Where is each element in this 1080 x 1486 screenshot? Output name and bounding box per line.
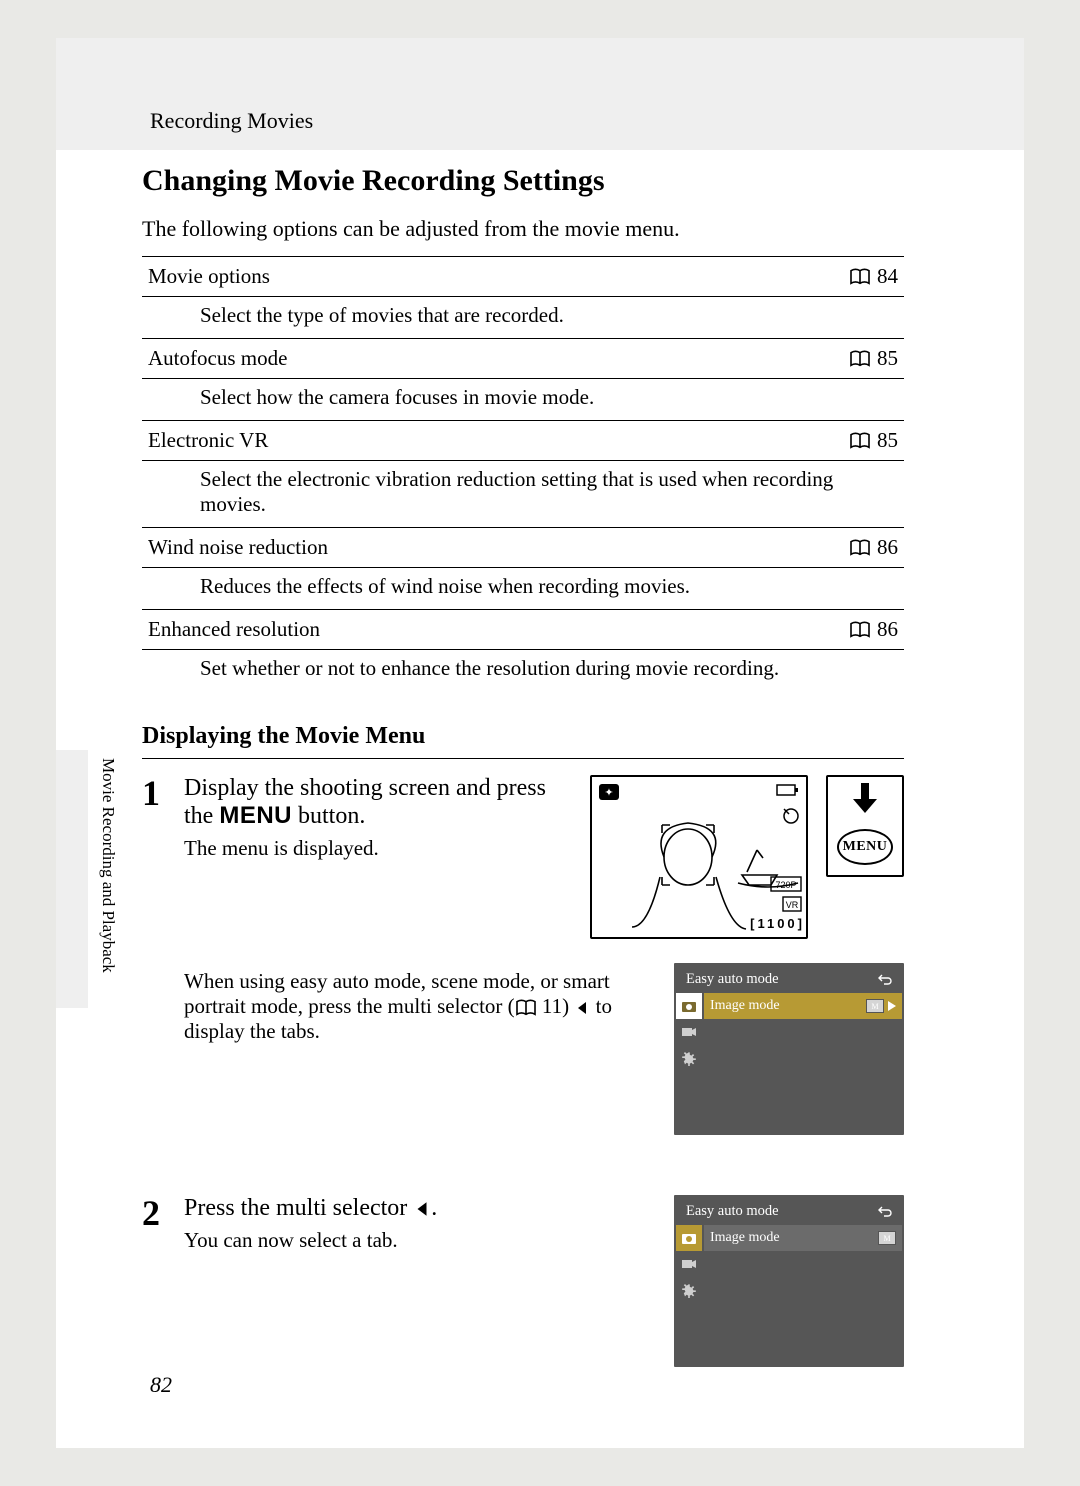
- side-tab: [56, 750, 88, 1008]
- tab-movie: [676, 1019, 702, 1045]
- image-mode-badge: M: [878, 1231, 896, 1245]
- menu-button-oval: MENU: [837, 829, 893, 865]
- option-desc: Select the electronic vibration reductio…: [142, 461, 904, 528]
- section-label: Recording Movies: [150, 108, 313, 134]
- intro-text: The following options can be adjusted fr…: [142, 216, 904, 242]
- tab-movie: [676, 1251, 702, 1277]
- book-icon: [849, 621, 871, 639]
- option-row: Movie options 84: [142, 256, 904, 297]
- return-icon: [878, 1205, 892, 1219]
- camera-menu-screen-1: Easy auto mode Image mode M: [674, 963, 904, 1135]
- page-number-ref: 85: [877, 428, 898, 453]
- page-reference: 85: [849, 346, 898, 371]
- page-number-ref: 85: [877, 346, 898, 371]
- svg-text:720P: 720P: [775, 880, 796, 890]
- shots-remaining: [1100]: [750, 916, 802, 931]
- page-number-ref: 86: [877, 617, 898, 642]
- page-number-ref: 84: [877, 264, 898, 289]
- page-reference: 84: [849, 264, 898, 289]
- left-triangle-icon: [413, 1200, 431, 1218]
- shooting-screen-illustration: ✦: [590, 775, 808, 939]
- menu-button-illustration: MENU: [826, 775, 904, 877]
- option-desc: Select the type of movies that are recor…: [142, 297, 904, 339]
- return-icon: [878, 973, 892, 987]
- step-1-title: Display the shooting screen and press th…: [184, 775, 572, 830]
- step-2-note: You can now select a tab.: [184, 1228, 656, 1253]
- image-mode-badge: M: [866, 999, 884, 1013]
- vr-icon: VR: [782, 896, 802, 912]
- book-icon: [849, 268, 871, 286]
- options-table: Movie options 84 Select the type of movi…: [142, 256, 904, 691]
- step-2: 2 Press the multi selector . You can now…: [142, 1195, 904, 1367]
- option-desc: Set whether or not to enhance the resolu…: [142, 650, 904, 691]
- camera-menu-screen-2: Easy auto mode Image mode M: [674, 1195, 904, 1367]
- book-icon: [849, 539, 871, 557]
- menu-title: Easy auto mode: [686, 1203, 779, 1220]
- page-number: 82: [150, 1372, 172, 1398]
- left-triangle-icon: [574, 1000, 590, 1016]
- book-icon: [849, 432, 871, 450]
- option-row: Wind noise reduction 86: [142, 528, 904, 568]
- option-row: Electronic VR 85: [142, 421, 904, 461]
- movie-quality-icon: 720P: [770, 876, 802, 892]
- option-name: Autofocus mode: [148, 346, 287, 371]
- step-1-extra: When using easy auto mode, scene mode, o…: [184, 969, 656, 1044]
- option-desc: Reduces the effects of wind noise when r…: [142, 568, 904, 610]
- page-title: Changing Movie Recording Settings: [142, 164, 904, 198]
- option-name: Movie options: [148, 264, 270, 289]
- side-tab-text: Movie Recording and Playback: [98, 758, 118, 973]
- svg-text:VR: VR: [786, 900, 799, 910]
- step-1: 1 Display the shooting screen and press …: [142, 775, 904, 1135]
- option-desc: Select how the camera focuses in movie m…: [142, 379, 904, 421]
- menu-item-image-mode: Image mode M: [704, 993, 902, 1019]
- book-icon: [515, 999, 537, 1017]
- book-icon: [849, 350, 871, 368]
- page-reference: 86: [849, 535, 898, 560]
- menu-title: Easy auto mode: [686, 971, 779, 988]
- option-row: Enhanced resolution 86: [142, 610, 904, 650]
- tab-setup: [676, 1277, 702, 1303]
- option-name: Wind noise reduction: [148, 535, 328, 560]
- option-name: Electronic VR: [148, 428, 268, 453]
- step-number: 2: [142, 1195, 170, 1367]
- chevron-right-icon: [888, 1001, 896, 1011]
- tab-shoot-selected: [676, 1225, 702, 1251]
- tab-setup: [676, 1045, 702, 1071]
- menu-item-image-mode: Image mode M: [704, 1225, 902, 1251]
- arrow-down-icon: [847, 781, 883, 817]
- menu-glyph: MENU: [219, 802, 292, 829]
- page-number-ref: 86: [877, 535, 898, 560]
- option-name: Enhanced resolution: [148, 617, 320, 642]
- timer-icon: [778, 803, 800, 831]
- page-reference: 85: [849, 428, 898, 453]
- step-2-title: Press the multi selector .: [184, 1195, 656, 1222]
- subheading: Displaying the Movie Menu: [142, 723, 904, 759]
- page-reference: 86: [849, 617, 898, 642]
- step-number: 1: [142, 775, 170, 1135]
- option-row: Autofocus mode 85: [142, 339, 904, 379]
- step-1-note: The menu is displayed.: [184, 836, 572, 861]
- tab-shoot: [676, 993, 702, 1019]
